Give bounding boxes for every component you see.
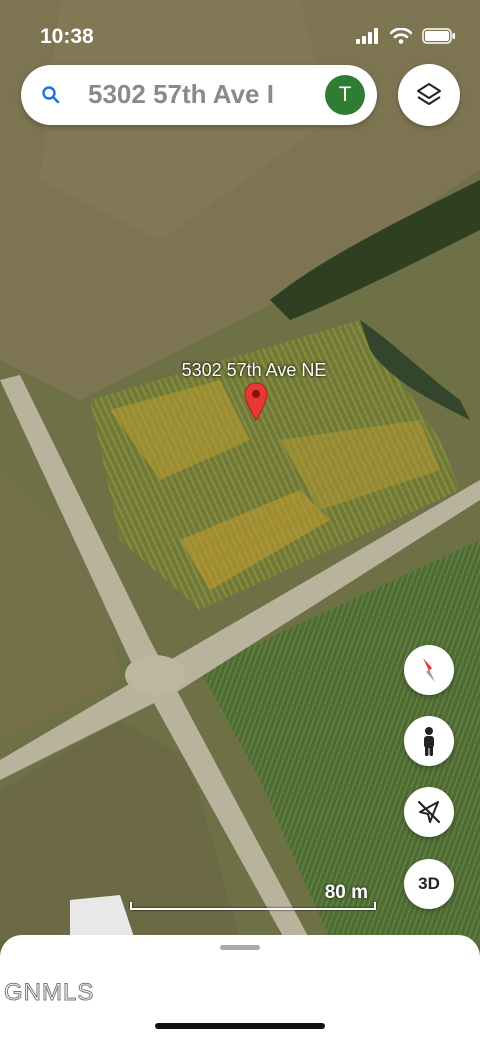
navigation-off-button[interactable] (404, 787, 454, 837)
three-d-button[interactable]: 3D (404, 859, 454, 909)
compass-icon (423, 658, 435, 682)
search-icon[interactable] (39, 83, 63, 107)
status-icons (356, 28, 456, 44)
scale-label: 80 m (324, 882, 368, 903)
signal-icon (356, 28, 378, 44)
battery-icon (422, 28, 455, 44)
search-input[interactable]: 5302 57th Ave I (88, 79, 316, 113)
three-d-label: 3D (418, 874, 440, 893)
navigation-off-icon (417, 800, 441, 824)
location-pin-icon[interactable] (244, 382, 268, 422)
layers-button[interactable] (398, 64, 460, 126)
sheet-drag-handle[interactable] (220, 945, 260, 950)
bottom-sheet[interactable]: GNMLS (0, 935, 480, 1040)
status-time: 10:38 (40, 25, 94, 48)
watermark: GNMLS (3, 979, 95, 1007)
street-view-button[interactable] (404, 716, 454, 766)
compass-button[interactable] (404, 645, 454, 695)
wifi-icon (390, 28, 412, 44)
search-bar[interactable]: 5302 57th Ave I T (21, 65, 377, 125)
person-icon (424, 727, 434, 756)
scale-bar: 80 m (130, 880, 378, 916)
place-label[interactable]: 5302 57th Ave NE (140, 360, 368, 381)
home-indicator[interactable] (155, 1023, 325, 1029)
status-bar: 10:38 (0, 0, 480, 70)
scale-line (130, 902, 376, 910)
layers-icon (417, 83, 441, 105)
account-avatar[interactable]: T (325, 75, 365, 115)
